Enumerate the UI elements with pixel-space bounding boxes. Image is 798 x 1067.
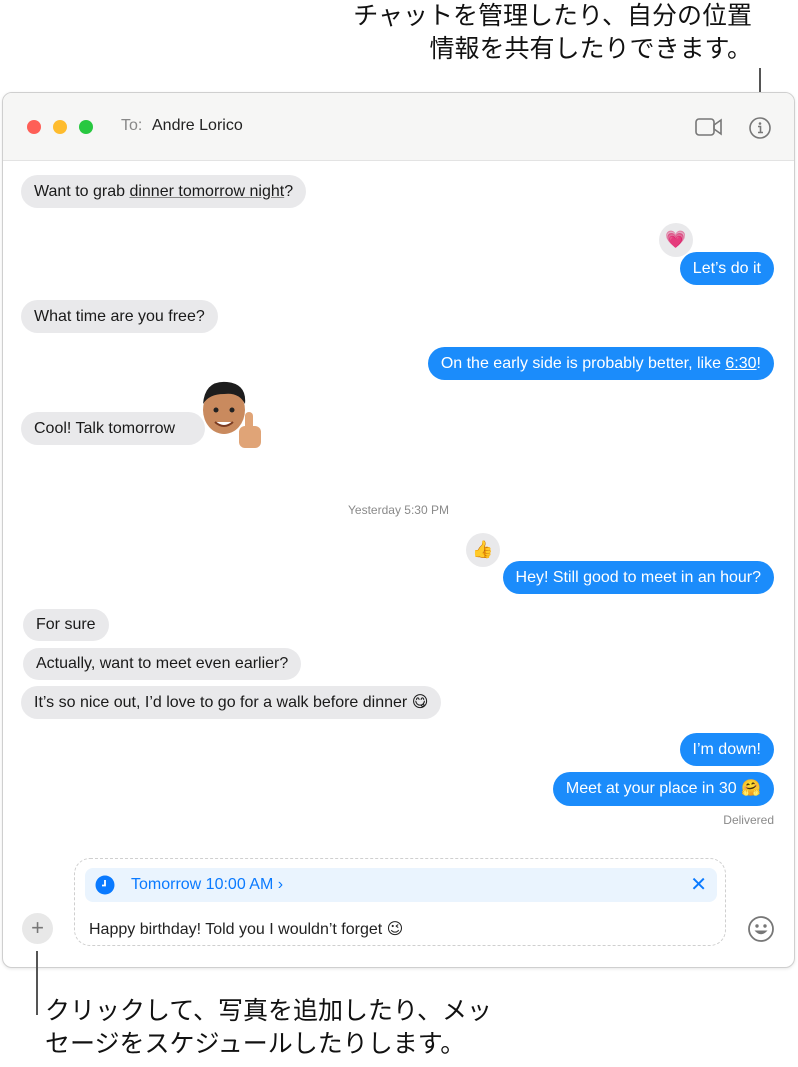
minimize-button[interactable] bbox=[53, 120, 67, 134]
message-input[interactable]: Happy birthday! Told you I wouldn’t forg… bbox=[89, 919, 403, 939]
add-button[interactable]: + bbox=[22, 913, 53, 944]
message-received: Actually, want to meet even earlier? bbox=[23, 648, 302, 680]
header: To: Andre Lorico bbox=[3, 93, 794, 161]
to-label: To: bbox=[121, 117, 143, 134]
message-received: It’s so nice out, I’d love to go for a w… bbox=[21, 686, 442, 719]
date-link[interactable]: dinner tomorrow night bbox=[129, 183, 284, 200]
message-sent: Hey! Still good to meet in an hour? bbox=[502, 561, 774, 594]
messages-window: To: Andre Lorico Want to grab dinner tom… bbox=[2, 92, 795, 968]
memoji-sticker bbox=[203, 381, 261, 448]
message-received: Cool! Talk tomorrow bbox=[21, 412, 206, 445]
zoom-button[interactable] bbox=[79, 120, 93, 134]
tapback-thumbs-up: 👍 bbox=[466, 533, 500, 567]
message-received: What time are you free? bbox=[21, 300, 218, 333]
timestamp: Yesterday 5:30 PM bbox=[348, 503, 449, 517]
delivered-status: Delivered bbox=[723, 813, 774, 827]
message-sent: Meet at your place in 30 🤗 bbox=[552, 772, 774, 806]
clock-icon bbox=[95, 875, 115, 895]
emoji-icon[interactable] bbox=[747, 915, 775, 943]
message-sent: Let’s do it bbox=[679, 252, 774, 285]
callout-top: チャットを管理したり、自分の位置 情報を共有したりできます。 bbox=[353, 2, 752, 63]
callout-bottom: クリックして、写真を追加したり、メッ セージをスケジュールしたりします。 bbox=[45, 997, 493, 1058]
compose-box[interactable]: Tomorrow 10:00 AM › ✕ Happy birthday! To… bbox=[74, 858, 726, 946]
schedule-time[interactable]: Tomorrow 10:00 AM › bbox=[131, 876, 283, 894]
cancel-schedule-icon[interactable]: ✕ bbox=[690, 872, 707, 897]
message-received: Want to grab dinner tomorrow night? bbox=[21, 175, 307, 208]
time-link[interactable]: 6:30 bbox=[725, 355, 756, 372]
message-sent: I’m down! bbox=[679, 733, 774, 766]
info-icon[interactable] bbox=[748, 116, 772, 140]
message-received: For sure bbox=[23, 609, 109, 641]
close-button[interactable] bbox=[27, 120, 41, 134]
callout-line-bottom bbox=[36, 951, 38, 1015]
message-sent: On the early side is probably better, li… bbox=[427, 347, 774, 380]
tapback-heart: 💗 bbox=[659, 223, 693, 257]
recipient-field[interactable]: Andre Lorico bbox=[152, 117, 243, 135]
facetime-video-icon[interactable] bbox=[695, 117, 723, 137]
scheduled-send-bar[interactable]: Tomorrow 10:00 AM › ✕ bbox=[85, 868, 717, 902]
